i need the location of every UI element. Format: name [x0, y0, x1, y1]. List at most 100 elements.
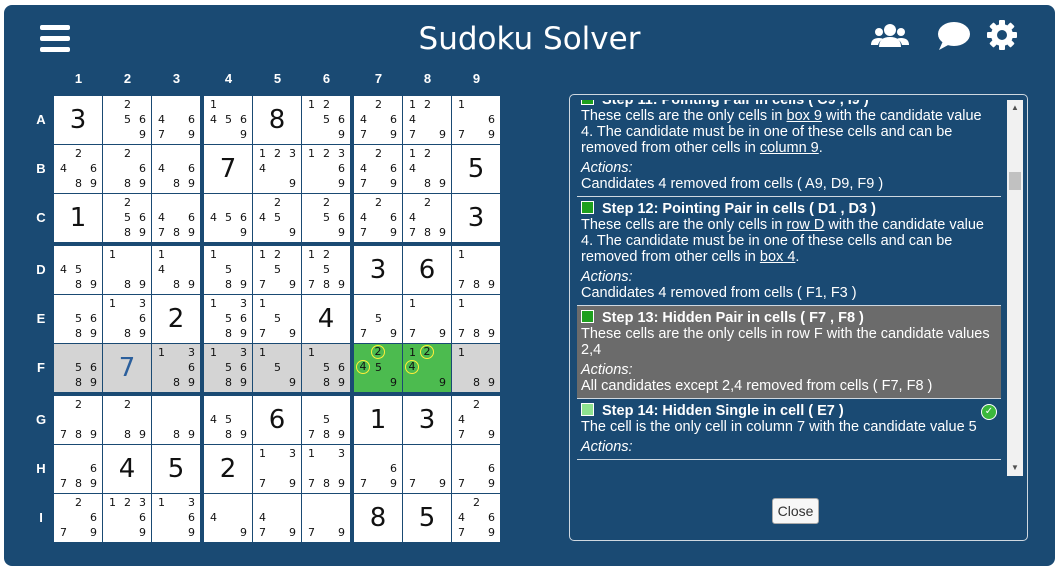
- cell-C1[interactable]: 1: [54, 194, 102, 242]
- cell-A4[interactable]: 1 456 9: [204, 96, 252, 144]
- cell-E9[interactable]: 1789: [452, 295, 500, 343]
- column-link[interactable]: column 9: [760, 140, 819, 156]
- cell-F2[interactable]: 7: [103, 344, 151, 392]
- gear-icon[interactable]: [982, 19, 1022, 55]
- cell-E2[interactable]: 1 3 689: [103, 295, 151, 343]
- candidate: 9: [488, 376, 495, 389]
- cell-F3[interactable]: 1 3 689: [152, 344, 200, 392]
- cell-A9[interactable]: 1679: [452, 96, 500, 144]
- cell-E6[interactable]: 4: [302, 295, 350, 343]
- cell-C8[interactable]: 24 789: [403, 194, 451, 242]
- cell-I2[interactable]: 123 6 9: [103, 494, 151, 542]
- cell-D2[interactable]: 1 89: [103, 246, 151, 294]
- cell-C7[interactable]: 24 6 7 9: [354, 194, 402, 242]
- cell-E7[interactable]: 57 9: [354, 295, 402, 343]
- cell-A5[interactable]: 8: [253, 96, 301, 144]
- cell-F7[interactable]: 2459: [354, 344, 402, 392]
- cell-B9[interactable]: 5: [452, 145, 500, 193]
- cell-F5[interactable]: 159: [253, 344, 301, 392]
- close-button[interactable]: Close: [772, 498, 819, 524]
- cell-I9[interactable]: 24 6 7 9: [452, 494, 500, 542]
- cell-H5[interactable]: 1 3 7 9: [253, 445, 301, 493]
- cell-G8[interactable]: 3: [403, 396, 451, 444]
- users-icon[interactable]: [870, 19, 910, 55]
- row-link[interactable]: row D: [787, 217, 825, 233]
- cell-D9[interactable]: 1789: [452, 246, 500, 294]
- scrollbar-thumb[interactable]: [1009, 172, 1021, 190]
- cell-H2[interactable]: 4: [103, 445, 151, 493]
- cell-H6[interactable]: 1 3 789: [302, 445, 350, 493]
- cell-E8[interactable]: 1 7 9: [403, 295, 451, 343]
- cell-B7[interactable]: 24 6 7 9: [354, 145, 402, 193]
- steps-scrollbar[interactable]: ▲ ▼: [1007, 100, 1023, 476]
- cell-D4[interactable]: 1589: [204, 246, 252, 294]
- cell-E3[interactable]: 2: [152, 295, 200, 343]
- steps-list[interactable]: Step 11: Pointing Pair in cells ( C9 , I…: [577, 100, 1001, 476]
- cell-B8[interactable]: 12489: [403, 145, 451, 193]
- cell-G1[interactable]: 2 789: [54, 396, 102, 444]
- cell-C3[interactable]: 4 6 789: [152, 194, 200, 242]
- cell-H8[interactable]: 79: [403, 445, 451, 493]
- cell-H4[interactable]: 2: [204, 445, 252, 493]
- cell-I8[interactable]: 5: [403, 494, 451, 542]
- scroll-up-icon[interactable]: ▲: [1007, 100, 1023, 116]
- cell-E1[interactable]: 5689: [54, 295, 102, 343]
- cell-A2[interactable]: 2 56 9: [103, 96, 151, 144]
- cell-H9[interactable]: 6 7 9: [452, 445, 500, 493]
- cell-C6[interactable]: 2 56 9: [302, 194, 350, 242]
- cell-I1[interactable]: 26 7 9: [54, 494, 102, 542]
- cell-G7[interactable]: 1: [354, 396, 402, 444]
- candidate: 6: [240, 312, 247, 325]
- cell-I4[interactable]: 49: [204, 494, 252, 542]
- cell-D6[interactable]: 12 5789: [302, 246, 350, 294]
- cell-D8[interactable]: 6: [403, 246, 451, 294]
- cell-I7[interactable]: 8: [354, 494, 402, 542]
- cell-A7[interactable]: 24 6 7 9: [354, 96, 402, 144]
- candidate: 1: [308, 98, 315, 111]
- cell-C9[interactable]: 3: [452, 194, 500, 242]
- cell-F1[interactable]: 5689: [54, 344, 102, 392]
- cell-G9[interactable]: 24 7 9: [452, 396, 500, 444]
- candidate: 2: [274, 196, 281, 209]
- cell-I3[interactable]: 1 3 6 9: [152, 494, 200, 542]
- cell-A6[interactable]: 12 56 9: [302, 96, 350, 144]
- cell-G2[interactable]: 2 89: [103, 396, 151, 444]
- cell-D5[interactable]: 12 57 9: [253, 246, 301, 294]
- cell-G5[interactable]: 6: [253, 396, 301, 444]
- scroll-down-icon[interactable]: ▼: [1007, 460, 1023, 476]
- cell-F6[interactable]: 15689: [302, 344, 350, 392]
- cell-H1[interactable]: 6 789: [54, 445, 102, 493]
- cell-H7[interactable]: 6 7 9: [354, 445, 402, 493]
- cell-I5[interactable]: 4 7 9: [253, 494, 301, 542]
- cell-B5[interactable]: 123 4 9: [253, 145, 301, 193]
- cell-C4[interactable]: 456 9: [204, 194, 252, 242]
- cell-E5[interactable]: 1579: [253, 295, 301, 343]
- cell-B3[interactable]: 4 689: [152, 145, 200, 193]
- cell-B6[interactable]: 123 6 9: [302, 145, 350, 193]
- cell-G4[interactable]: 45 89: [204, 396, 252, 444]
- cell-H3[interactable]: 5: [152, 445, 200, 493]
- cell-B2[interactable]: 2689: [103, 145, 151, 193]
- cell-A8[interactable]: 124 7 9: [403, 96, 451, 144]
- cell-C5[interactable]: 2459: [253, 194, 301, 242]
- cell-B1[interactable]: 24 689: [54, 145, 102, 193]
- cell-A3[interactable]: 4 6 7 9: [152, 96, 200, 144]
- box-link[interactable]: box 4: [760, 249, 795, 265]
- cell-F9[interactable]: 1 89: [452, 344, 500, 392]
- box-link[interactable]: box 9: [787, 108, 822, 124]
- cell-A1[interactable]: 3: [54, 96, 102, 144]
- candidate: 8: [124, 226, 131, 239]
- cell-I6[interactable]: 79: [302, 494, 350, 542]
- cell-B4[interactable]: 7: [204, 145, 252, 193]
- cell-D7[interactable]: 3: [354, 246, 402, 294]
- step-13[interactable]: Step 13: Hidden Pair in cells ( F7 , F8 …: [577, 306, 1001, 399]
- cell-D1[interactable]: 45 89: [54, 246, 102, 294]
- cell-G3[interactable]: 89: [152, 396, 200, 444]
- cell-C2[interactable]: 2 5689: [103, 194, 151, 242]
- cell-G6[interactable]: 5789: [302, 396, 350, 444]
- cell-D3[interactable]: 1 489: [152, 246, 200, 294]
- chat-icon[interactable]: [934, 19, 974, 55]
- cell-F8[interactable]: 124 9: [403, 344, 451, 392]
- cell-E4[interactable]: 1 35689: [204, 295, 252, 343]
- cell-F4[interactable]: 1 35689: [204, 344, 252, 392]
